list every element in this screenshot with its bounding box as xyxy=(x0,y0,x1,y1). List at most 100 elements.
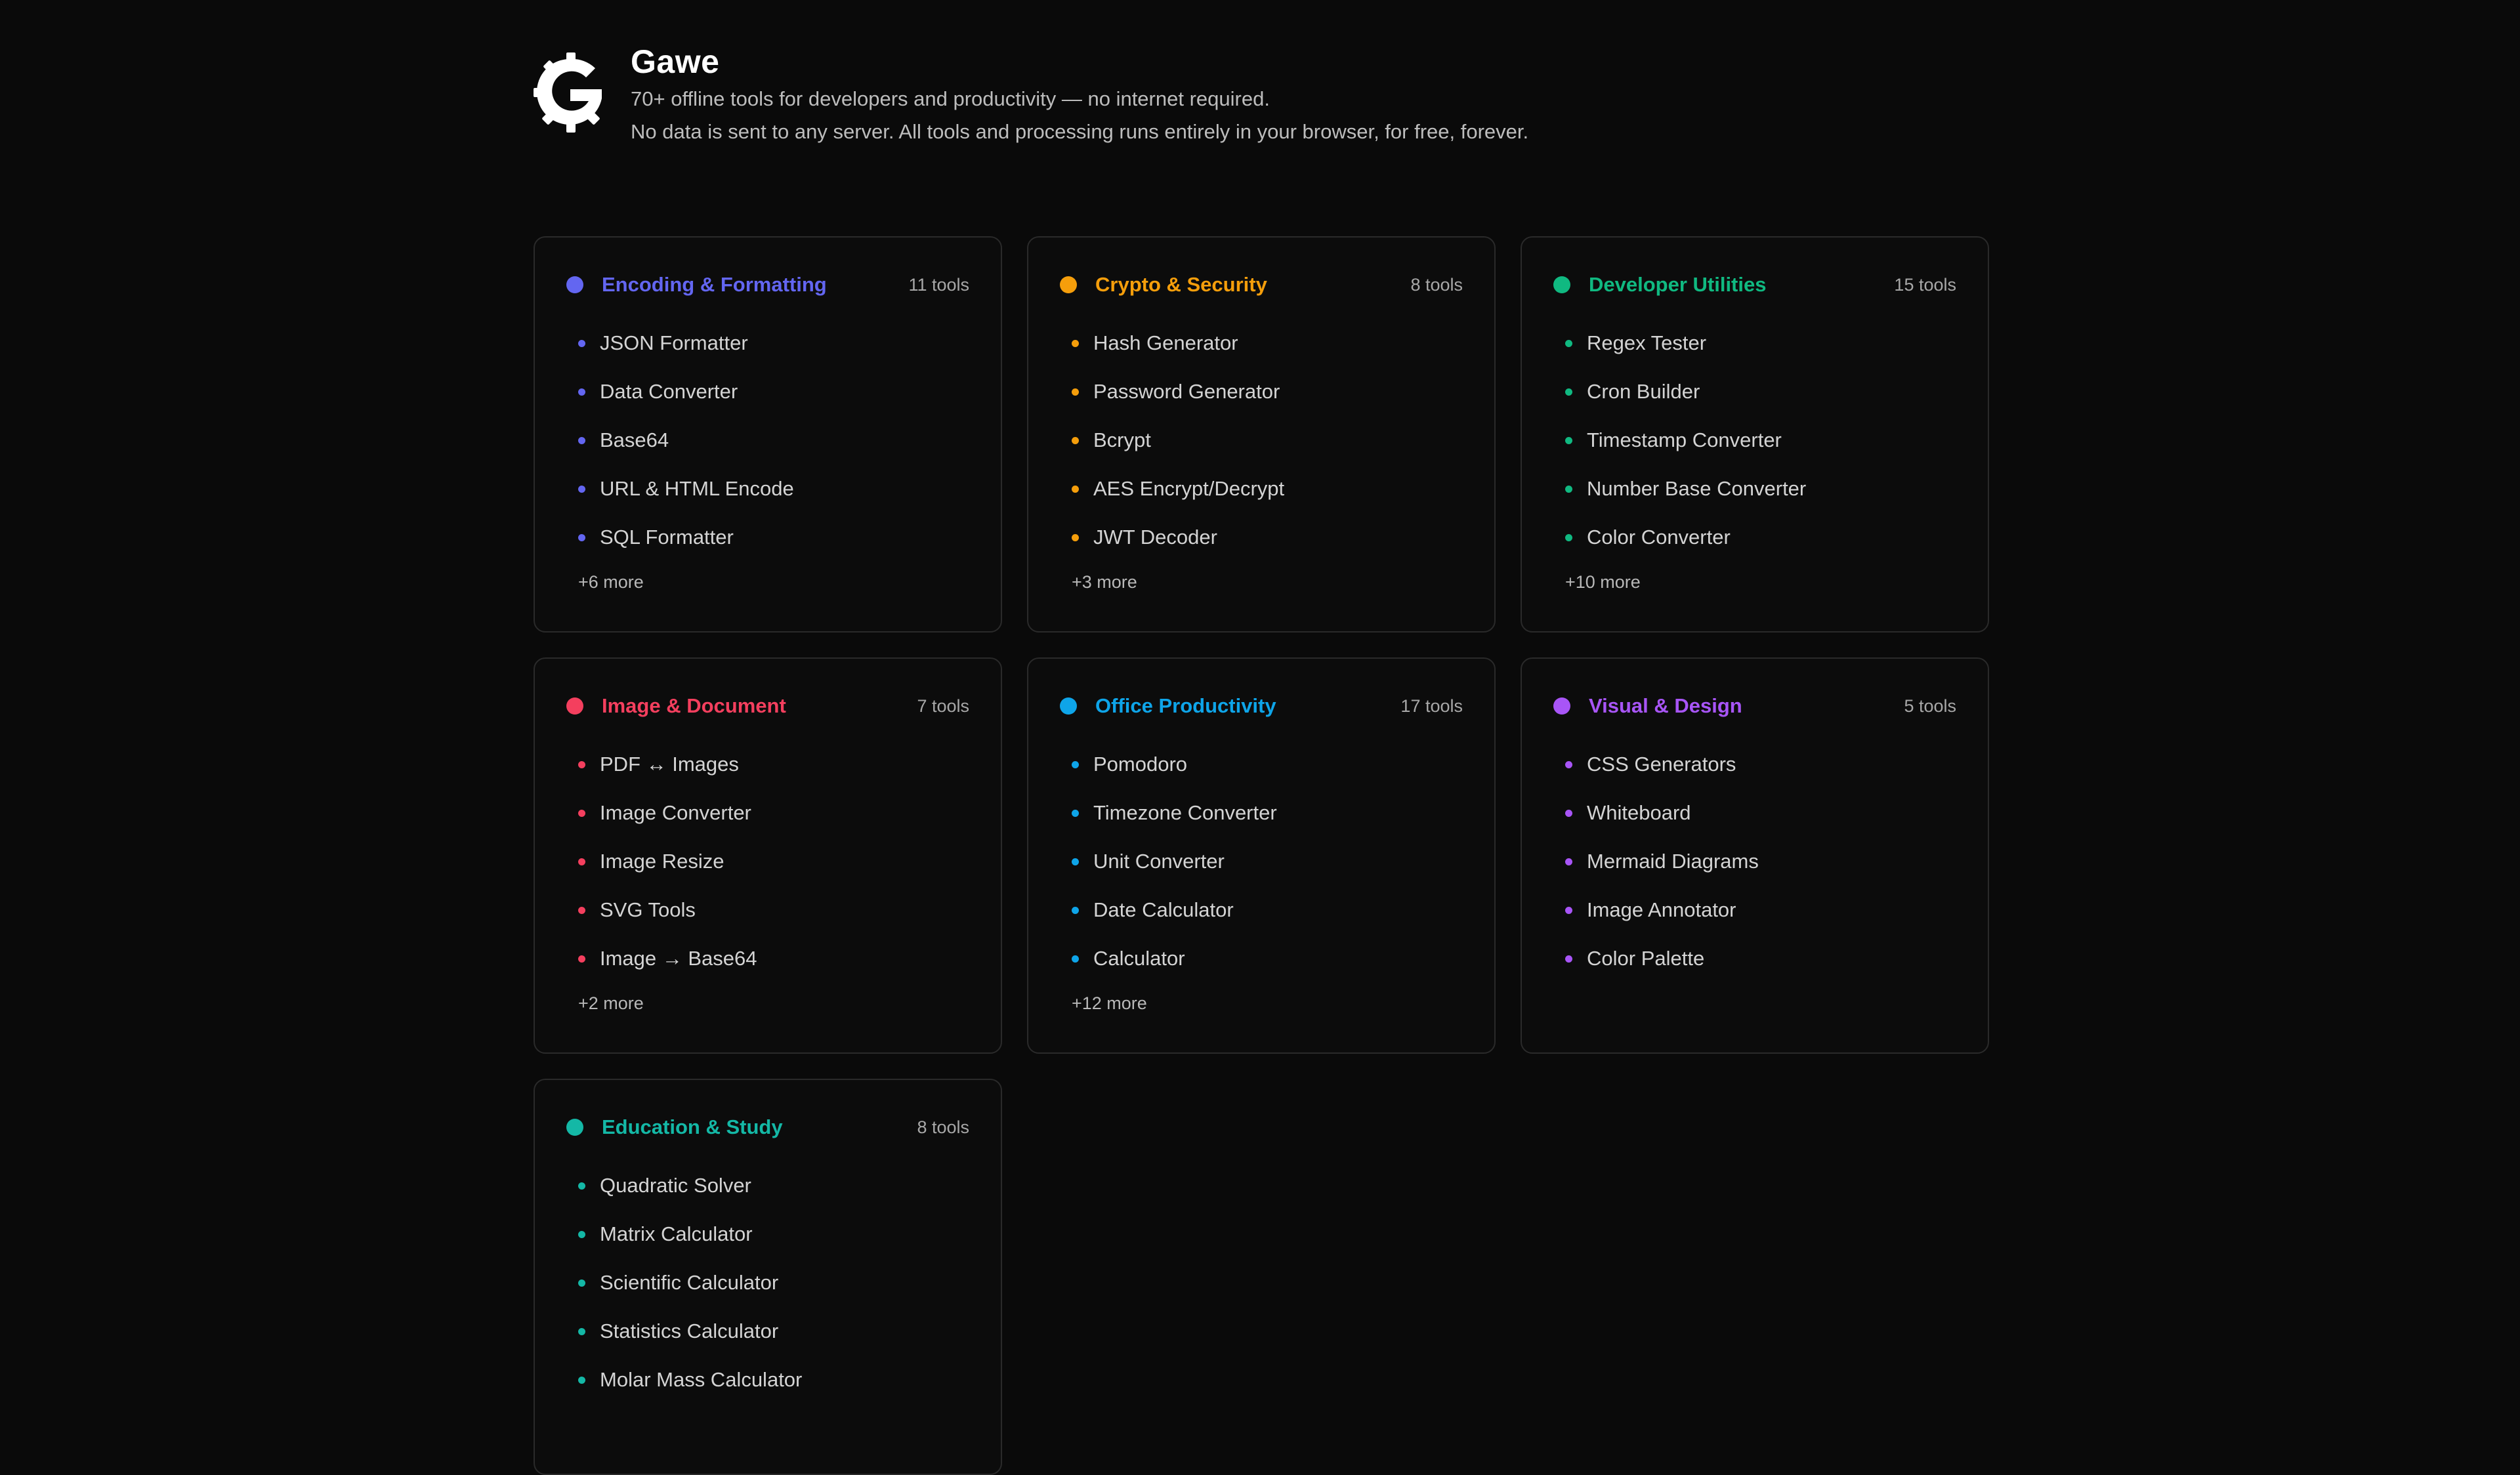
tool-item[interactable]: Color Palette xyxy=(1553,934,1956,983)
category-title[interactable]: Developer Utilities xyxy=(1589,273,1894,297)
category-title[interactable]: Image & Document xyxy=(602,694,917,718)
tool-item-label: AES Encrypt/Decrypt xyxy=(1093,477,1285,500)
tool-item[interactable]: Image → Base64 xyxy=(566,934,969,983)
category-dot-icon xyxy=(566,276,583,293)
category-card-education-study[interactable]: Education & Study 8 tools Quadratic Solv… xyxy=(534,1079,1002,1475)
more-tools-link[interactable]: +12 more xyxy=(1060,987,1463,1020)
tool-item[interactable]: Statistics Calculator xyxy=(566,1307,969,1356)
tool-item[interactable]: URL & HTML Encode xyxy=(566,465,969,513)
tool-item-label: Password Generator xyxy=(1093,380,1280,403)
category-card-encoding-formatting[interactable]: Encoding & Formatting 11 tools JSON Form… xyxy=(534,236,1002,633)
tool-item[interactable]: Color Converter xyxy=(1553,513,1956,562)
bullet-dot-icon xyxy=(1565,858,1572,865)
tool-item[interactable]: Image Resize xyxy=(566,837,969,886)
more-tools-link[interactable]: +2 more xyxy=(566,987,969,1020)
category-card-developer-utilities[interactable]: Developer Utilities 15 tools Regex Teste… xyxy=(1521,236,1989,633)
category-card-office-productivity[interactable]: Office Productivity 17 tools Pomodoro Tim… xyxy=(1027,657,1496,1054)
tool-item-label: Image → Base64 xyxy=(600,947,757,970)
bullet-dot-icon xyxy=(578,436,585,444)
tool-item-label: Color Palette xyxy=(1587,947,1705,970)
tool-item[interactable]: Image Converter xyxy=(566,789,969,837)
bullet-dot-icon xyxy=(1072,436,1079,444)
category-tool-count: 11 tools xyxy=(908,274,969,295)
tool-item[interactable]: SQL Formatter xyxy=(566,513,969,562)
tool-item-label: Timezone Converter xyxy=(1093,801,1277,824)
bullet-dot-icon xyxy=(578,1376,585,1384)
tool-item-label: Molar Mass Calculator xyxy=(600,1368,803,1391)
tool-list: PDF ↔ Images Image Converter Image Resize S… xyxy=(566,740,969,983)
category-dot-icon xyxy=(1553,697,1570,715)
tool-item[interactable]: Cron Builder xyxy=(1553,367,1956,416)
tool-item[interactable]: Regex Tester xyxy=(1553,319,1956,367)
category-tool-count: 15 tools xyxy=(1894,274,1956,295)
app-subtitle: 70+ offline tools for developers and pro… xyxy=(631,87,1270,110)
tool-item[interactable]: Hash Generator xyxy=(1060,319,1463,367)
bullet-dot-icon xyxy=(578,955,585,963)
category-title[interactable]: Encoding & Formatting xyxy=(602,273,908,297)
tool-item[interactable]: Unit Converter xyxy=(1060,837,1463,886)
tool-item[interactable]: Bcrypt xyxy=(1060,416,1463,465)
tool-item-label: JWT Decoder xyxy=(1093,526,1217,549)
tool-item[interactable]: Timestamp Converter xyxy=(1553,416,1956,465)
bullet-dot-icon xyxy=(1565,809,1572,817)
bullet-dot-icon xyxy=(1072,533,1079,541)
bullet-dot-icon xyxy=(578,388,585,396)
bullet-dot-icon xyxy=(1072,906,1079,914)
bullet-dot-icon xyxy=(578,485,585,493)
bullet-dot-icon xyxy=(1072,388,1079,396)
tool-item[interactable]: Password Generator xyxy=(1060,367,1463,416)
tool-item[interactable]: Calculator xyxy=(1060,934,1463,983)
tool-item-label: URL & HTML Encode xyxy=(600,477,794,500)
category-card-visual-design[interactable]: Visual & Design 5 tools CSS Generators Wh… xyxy=(1521,657,1989,1054)
tool-item-label: Image Resize xyxy=(600,850,724,873)
bullet-dot-icon xyxy=(1072,858,1079,865)
tool-item-label: Color Converter xyxy=(1587,526,1731,549)
more-tools-link[interactable]: +10 more xyxy=(1553,566,1956,598)
bullet-dot-icon xyxy=(578,1182,585,1190)
tool-item-label: Statistics Calculator xyxy=(600,1319,779,1342)
tool-item[interactable]: Image Annotator xyxy=(1553,886,1956,934)
brand-text: Gawe 70+ offline tools for developers an… xyxy=(631,39,1528,148)
more-tools-link[interactable]: +3 more xyxy=(1060,566,1463,598)
tool-item[interactable]: Quadratic Solver xyxy=(566,1161,969,1210)
tool-item[interactable]: JSON Formatter xyxy=(566,319,969,367)
category-tool-count: 7 tools xyxy=(917,696,969,716)
category-card-crypto-security[interactable]: Crypto & Security 8 tools Hash Generator… xyxy=(1027,236,1496,633)
tool-list: Hash Generator Password Generator Bcrypt AE… xyxy=(1060,319,1463,562)
tool-item[interactable]: Matrix Calculator xyxy=(566,1210,969,1258)
tool-item[interactable]: Mermaid Diagrams xyxy=(1553,837,1956,886)
category-tool-count: 8 tools xyxy=(1410,274,1463,295)
category-title[interactable]: Education & Study xyxy=(602,1115,917,1139)
category-title[interactable]: Visual & Design xyxy=(1589,694,1904,718)
tool-item-label: CSS Generators xyxy=(1587,753,1736,776)
category-title[interactable]: Office Productivity xyxy=(1095,694,1400,718)
tool-item-label: Bcrypt xyxy=(1093,428,1151,451)
tool-item[interactable]: SVG Tools xyxy=(566,886,969,934)
tool-item[interactable]: CSS Generators xyxy=(1553,740,1956,789)
tool-item[interactable]: Data Converter xyxy=(566,367,969,416)
tool-item[interactable]: AES Encrypt/Decrypt xyxy=(1060,465,1463,513)
tool-item[interactable]: Timezone Converter xyxy=(1060,789,1463,837)
bullet-dot-icon xyxy=(1072,339,1079,347)
category-grid: Encoding & Formatting 11 tools JSON Form… xyxy=(534,236,1989,1475)
bullet-dot-icon xyxy=(578,760,585,768)
category-title[interactable]: Crypto & Security xyxy=(1095,273,1410,297)
tool-item[interactable]: Date Calculator xyxy=(1060,886,1463,934)
tool-item-label: Cron Builder xyxy=(1587,380,1700,403)
tool-item[interactable]: Base64 xyxy=(566,416,969,465)
tool-item[interactable]: Scientific Calculator xyxy=(566,1258,969,1307)
tool-item-label: SVG Tools xyxy=(600,898,696,921)
tool-item[interactable]: Pomodoro xyxy=(1060,740,1463,789)
tool-item[interactable]: PDF ↔ Images xyxy=(566,740,969,789)
bullet-dot-icon xyxy=(1565,533,1572,541)
tool-item[interactable]: Whiteboard xyxy=(1553,789,1956,837)
bullet-dot-icon xyxy=(1565,955,1572,963)
tool-item[interactable]: Molar Mass Calculator xyxy=(566,1356,969,1404)
category-card-image-document[interactable]: Image & Document 7 tools PDF ↔ Images Ima… xyxy=(534,657,1002,1054)
tool-item-label: Unit Converter xyxy=(1093,850,1225,873)
bullet-dot-icon xyxy=(578,858,585,865)
tool-item[interactable]: JWT Decoder xyxy=(1060,513,1463,562)
tool-item[interactable]: Number Base Converter xyxy=(1553,465,1956,513)
more-tools-link[interactable]: +6 more xyxy=(566,566,969,598)
bullet-dot-icon xyxy=(1565,760,1572,768)
